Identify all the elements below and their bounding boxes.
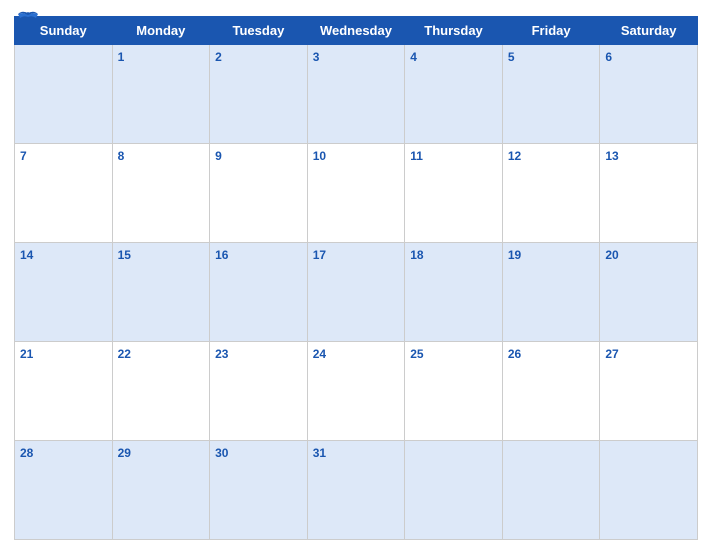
calendar-cell: 23 <box>210 342 308 441</box>
calendar-wrapper: SundayMondayTuesdayWednesdayThursdayFrid… <box>0 0 712 550</box>
calendar-cell: 12 <box>502 144 600 243</box>
day-number: 25 <box>410 347 423 361</box>
calendar-cell: 2 <box>210 45 308 144</box>
day-header-thursday: Thursday <box>405 17 503 45</box>
calendar-cell: 6 <box>600 45 698 144</box>
calendar-cell: 7 <box>15 144 113 243</box>
calendar-cell: 19 <box>502 243 600 342</box>
calendar-cell: 4 <box>405 45 503 144</box>
day-number: 4 <box>410 50 417 64</box>
calendar-cell <box>405 441 503 540</box>
day-number: 27 <box>605 347 618 361</box>
day-number: 1 <box>118 50 125 64</box>
day-number: 23 <box>215 347 228 361</box>
day-number: 28 <box>20 446 33 460</box>
calendar-cell: 3 <box>307 45 405 144</box>
calendar-cell: 31 <box>307 441 405 540</box>
day-number: 19 <box>508 248 521 262</box>
calendar-cell: 24 <box>307 342 405 441</box>
calendar-cell: 9 <box>210 144 308 243</box>
day-header-friday: Friday <box>502 17 600 45</box>
calendar-cell: 11 <box>405 144 503 243</box>
day-number: 11 <box>410 149 423 163</box>
logo-icon <box>14 10 42 32</box>
week-row-1: 1 2 3 4 5 6 <box>15 45 698 144</box>
calendar-cell: 10 <box>307 144 405 243</box>
calendar-cell <box>600 441 698 540</box>
day-number: 31 <box>313 446 326 460</box>
day-number: 16 <box>215 248 228 262</box>
calendar-cell: 20 <box>600 243 698 342</box>
calendar-cell: 18 <box>405 243 503 342</box>
calendar-cell: 13 <box>600 144 698 243</box>
calendar-cell: 8 <box>112 144 210 243</box>
day-header-monday: Monday <box>112 17 210 45</box>
calendar-cell: 17 <box>307 243 405 342</box>
day-number: 8 <box>118 149 125 163</box>
days-header-row: SundayMondayTuesdayWednesdayThursdayFrid… <box>15 17 698 45</box>
week-row-2: 7 8 9 10 11 12 13 <box>15 144 698 243</box>
week-row-4: 21 22 23 24 25 26 27 <box>15 342 698 441</box>
day-number: 21 <box>20 347 33 361</box>
day-number: 15 <box>118 248 131 262</box>
week-row-3: 14 15 16 17 18 19 20 <box>15 243 698 342</box>
calendar-cell: 1 <box>112 45 210 144</box>
calendar-cell: 22 <box>112 342 210 441</box>
logo <box>14 10 46 32</box>
calendar-cell: 29 <box>112 441 210 540</box>
day-number: 14 <box>20 248 33 262</box>
day-number: 17 <box>313 248 326 262</box>
day-header-saturday: Saturday <box>600 17 698 45</box>
calendar-cell: 15 <box>112 243 210 342</box>
calendar-cell: 27 <box>600 342 698 441</box>
calendar-cell: 16 <box>210 243 308 342</box>
calendar-cell <box>15 45 113 144</box>
day-number: 2 <box>215 50 222 64</box>
calendar-cell: 14 <box>15 243 113 342</box>
week-row-5: 28 29 30 31 <box>15 441 698 540</box>
day-number: 6 <box>605 50 612 64</box>
day-number: 18 <box>410 248 423 262</box>
calendar-cell: 21 <box>15 342 113 441</box>
calendar-cell: 26 <box>502 342 600 441</box>
calendar-cell: 5 <box>502 45 600 144</box>
calendar-table: SundayMondayTuesdayWednesdayThursdayFrid… <box>14 16 698 540</box>
day-number: 13 <box>605 149 618 163</box>
calendar-body: 1234567891011121314151617181920212223242… <box>15 45 698 540</box>
day-number: 10 <box>313 149 326 163</box>
day-number: 22 <box>118 347 131 361</box>
day-number: 9 <box>215 149 222 163</box>
day-header-tuesday: Tuesday <box>210 17 308 45</box>
day-number: 20 <box>605 248 618 262</box>
day-number: 29 <box>118 446 131 460</box>
day-number: 7 <box>20 149 27 163</box>
day-number: 26 <box>508 347 521 361</box>
day-number: 12 <box>508 149 521 163</box>
day-number: 3 <box>313 50 320 64</box>
day-number: 30 <box>215 446 228 460</box>
day-number: 24 <box>313 347 326 361</box>
calendar-cell: 28 <box>15 441 113 540</box>
calendar-cell: 30 <box>210 441 308 540</box>
day-number: 5 <box>508 50 515 64</box>
calendar-cell <box>502 441 600 540</box>
day-header-wednesday: Wednesday <box>307 17 405 45</box>
calendar-cell: 25 <box>405 342 503 441</box>
